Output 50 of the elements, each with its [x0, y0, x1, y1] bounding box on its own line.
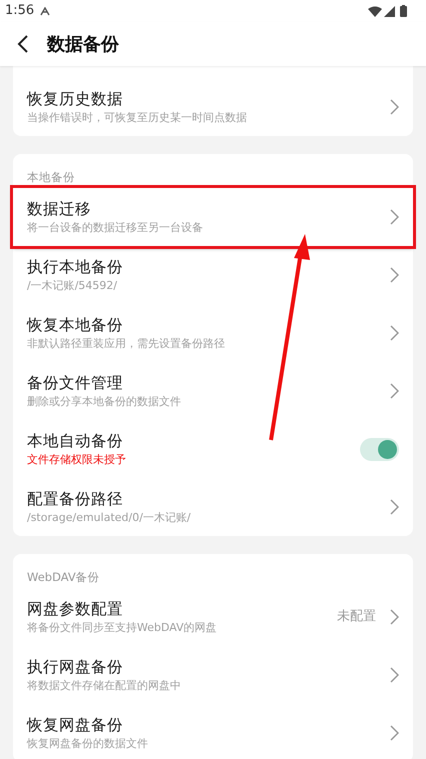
row-title: 执行网盘备份 [27, 657, 124, 678]
settings-row[interactable]: 配置备份路径 /storage/emulated/0/一木记账/ [20, 478, 406, 536]
section-label: WebDAV备份 [26, 569, 101, 586]
page-title: 数据备份 [47, 32, 119, 56]
row-title: 网盘参数配置 [27, 599, 124, 620]
row-title: 本地自动备份 [27, 431, 124, 452]
row-subtitle: 非默认路径重装应用，需先设置备份路径 [27, 336, 226, 352]
row-subtitle: 当操作错误时，可恢复至历史某一时间点数据 [27, 110, 248, 126]
row-subtitle: 将数据文件存储在配置的网盘中 [27, 678, 182, 694]
chevron-right-icon [390, 499, 399, 515]
chevron-right-icon [390, 383, 399, 399]
chevron-right-icon [390, 209, 399, 225]
chevron-right-icon [390, 667, 399, 683]
row-title: 执行本地备份 [27, 257, 124, 278]
row-subtitle: /一木记账/54592/ [27, 278, 118, 294]
row-title: 恢复网盘备份 [27, 715, 124, 736]
settings-row[interactable]: 恢复本地备份 非默认路径重装应用，需先设置备份路径 [20, 304, 406, 362]
row-subtitle: 文件存储权限未授予 [27, 452, 127, 468]
row-subtitle: 将一台设备的数据迁移至另一台设备 [27, 220, 204, 236]
row-title: 恢复本地备份 [27, 315, 124, 336]
row-title: 数据迁移 [27, 199, 92, 220]
settings-row[interactable]: 数据迁移 将一台设备的数据迁移至另一台设备 [13, 188, 413, 246]
settings-row[interactable]: 执行网盘备份 将数据文件存储在配置的网盘中 [20, 646, 406, 704]
notification-icon [40, 6, 50, 16]
row-subtitle: /storage/emulated/0/一木记账/ [27, 510, 192, 526]
chevron-right-icon [390, 99, 399, 115]
settings-row[interactable]: 网盘参数配置 将备份文件同步至支持WebDAV的网盘 未配置 [20, 588, 406, 646]
back-icon[interactable] [17, 35, 28, 53]
row-subtitle: 将备份文件同步至支持WebDAV的网盘 [27, 620, 218, 636]
chevron-right-icon [390, 725, 399, 741]
section-label: 本地备份 [26, 169, 76, 186]
settings-row[interactable]: 本地自动备份 文件存储权限未授予 [20, 420, 406, 478]
chevron-right-icon [390, 325, 399, 341]
row-title: 备份文件管理 [27, 373, 124, 394]
status-time: 1:56 [5, 2, 34, 20]
row-title: 恢复历史数据 [27, 89, 124, 110]
settings-row[interactable]: 备份文件管理 删除或分享本地备份的数据文件 [20, 362, 406, 420]
row-title: 配置备份路径 [27, 489, 124, 510]
toggle-switch[interactable] [360, 438, 399, 460]
row-value: 未配置 [337, 608, 376, 626]
settings-row[interactable]: 执行本地备份 /一木记账/54592/ [20, 246, 406, 304]
settings-row[interactable]: 恢复历史数据 当操作错误时，可恢复至历史某一时间点数据 [20, 78, 406, 136]
row-subtitle: 恢复网盘备份的数据文件 [27, 736, 149, 752]
chevron-right-icon [390, 267, 399, 283]
signal-icon [384, 6, 395, 16]
row-subtitle: 删除或分享本地备份的数据文件 [27, 394, 182, 410]
settings-row[interactable]: 恢复网盘备份 恢复网盘备份的数据文件 [20, 704, 406, 759]
battery-icon [400, 5, 407, 17]
chevron-right-icon [390, 609, 399, 625]
wifi-icon [368, 6, 382, 16]
